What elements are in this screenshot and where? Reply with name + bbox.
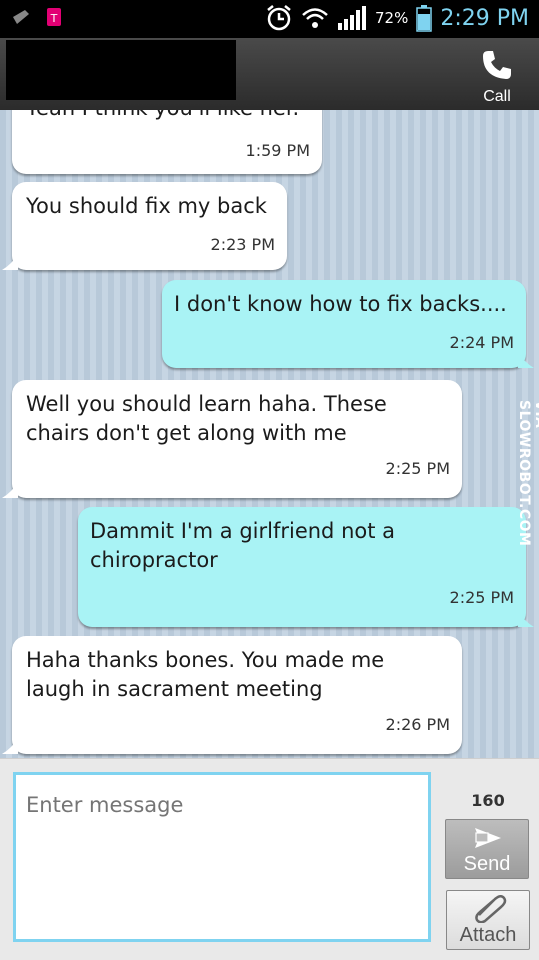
message-line: Well you should learn haha. These xyxy=(26,392,387,416)
message-line: chiropractor xyxy=(90,548,218,572)
send-label: Send xyxy=(463,853,511,875)
bubble-tail xyxy=(2,482,18,498)
message-timestamp: 2:25 PM xyxy=(385,459,450,478)
conversation-header: Call xyxy=(0,38,539,111)
phone-icon xyxy=(483,51,511,79)
watermark-text: VIA SLOWROBOT.COM xyxy=(516,400,539,547)
alarm-icon xyxy=(267,5,291,31)
character-counter: 160 xyxy=(471,791,505,810)
message-text: Well you should learn haha. These chairs… xyxy=(26,390,387,448)
message-timestamp: 2:26 PM xyxy=(385,715,450,734)
message-text: Haha thanks bones. You made me laugh in … xyxy=(26,646,384,704)
signal-icon xyxy=(338,6,366,30)
status-right: 72% 2:29 PM xyxy=(265,4,529,32)
message-bubble-outgoing[interactable]: Dammit I'm a girlfriend not a chiropract… xyxy=(78,507,526,627)
message-text: I don't know how to fix backs.... xyxy=(174,290,507,319)
bubble-tail xyxy=(518,611,534,627)
message-line: chairs don't get along with me xyxy=(26,421,347,445)
message-timestamp: 2:25 PM xyxy=(449,588,514,607)
bubble-tail xyxy=(2,254,18,270)
call-label: Call xyxy=(483,88,511,105)
watermark: VIA SLOWROBOT.COM xyxy=(516,400,539,560)
status-left: T xyxy=(10,6,66,28)
message-line: Haha thanks bones. You made me xyxy=(26,648,385,672)
battery-icon xyxy=(416,5,433,32)
composer-bar: 160 Send Attach xyxy=(0,758,539,960)
redacted-contact-name xyxy=(6,40,236,100)
message-bubble-incoming[interactable]: Well you should learn haha. These chairs… xyxy=(12,380,462,498)
bubble-tail xyxy=(2,738,18,754)
message-timestamp: 1:59 PM xyxy=(245,141,310,160)
message-text: Dammit I'm a girlfriend not a chiropract… xyxy=(90,517,395,575)
attach-button[interactable]: Attach xyxy=(446,890,530,950)
status-bar: T 72% 2:29 PM xyxy=(0,0,539,38)
message-line: laugh in sacrament meeting xyxy=(26,677,323,701)
message-bubble-incoming[interactable]: You should fix my back 2:23 PM xyxy=(12,182,287,270)
attach-label: Attach xyxy=(459,924,517,946)
message-line: Yeah I think you'll like her. xyxy=(26,110,299,120)
send-icon xyxy=(475,828,501,848)
message-line: You should fix my back xyxy=(26,194,267,218)
message-bubble-incoming[interactable]: Haha thanks bones. You made me laugh in … xyxy=(12,636,462,754)
wifi-icon xyxy=(302,8,328,28)
message-bubble-outgoing[interactable]: I don't know how to fix backs.... 2:24 P… xyxy=(162,280,526,368)
call-button[interactable]: Call xyxy=(469,48,525,105)
message-line: I don't know how to fix backs.... xyxy=(174,292,507,316)
message-input[interactable] xyxy=(13,772,431,942)
message-bubble-incoming[interactable]: Yeah I think you'll like her. 1:59 PM xyxy=(12,110,322,174)
message-text: You should fix my back xyxy=(26,192,267,221)
status-time: 2:29 PM xyxy=(440,5,529,31)
message-timestamp: 2:24 PM xyxy=(449,333,514,352)
battery-percent: 72% xyxy=(375,9,409,27)
bubble-tail xyxy=(518,352,534,368)
conversation-thread[interactable]: Yeah I think you'll like her. 1:59 PM Yo… xyxy=(0,110,539,758)
paperclip-icon xyxy=(475,895,507,923)
tmobile-icon: T xyxy=(47,8,61,26)
message-timestamp: 2:23 PM xyxy=(210,235,275,254)
message-text: Yeah I think you'll like her. xyxy=(26,110,299,123)
message-line: Dammit I'm a girlfriend not a xyxy=(90,519,396,543)
svg-text:T: T xyxy=(50,12,58,25)
usb-icon xyxy=(13,10,29,24)
send-button[interactable]: Send xyxy=(445,819,529,879)
